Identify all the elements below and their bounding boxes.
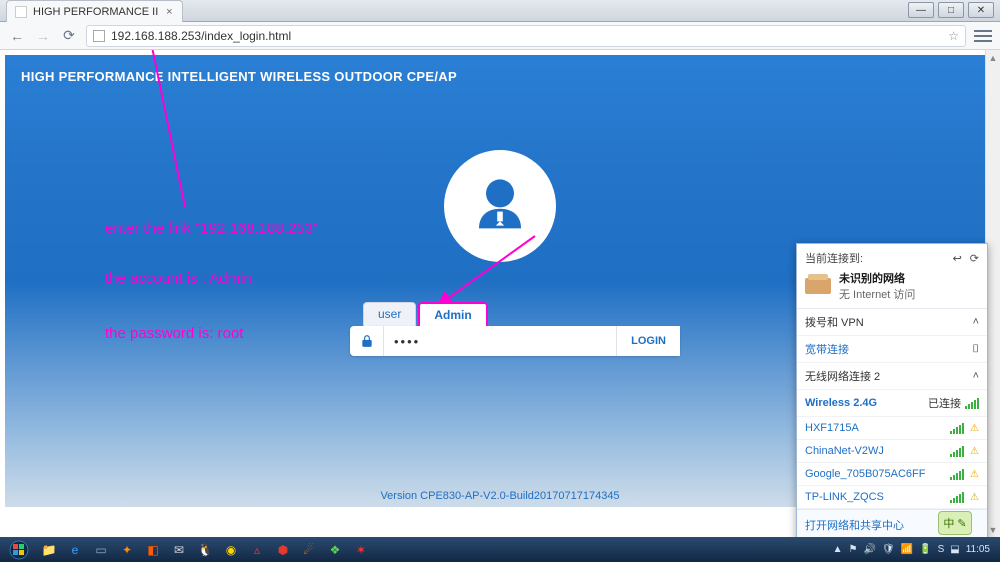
login-tabs: user Admin: [363, 302, 490, 329]
password-input[interactable]: [384, 334, 616, 349]
tray-icon[interactable]: ⬓: [950, 544, 959, 555]
tab-user[interactable]: user: [363, 302, 416, 329]
nav-forward-icon[interactable]: →: [34, 27, 52, 45]
taskbar-app-icon[interactable]: 📁: [38, 540, 60, 560]
signal-bars-icon: [950, 422, 964, 434]
wifi-connected-label: 已连接: [928, 395, 961, 411]
start-button[interactable]: [4, 537, 34, 562]
wifi-network-name: TP-LINK_ZQCS: [805, 491, 884, 503]
wifi-network-item[interactable]: HXF1715A ⚠: [797, 417, 987, 440]
taskbar-app-icon[interactable]: ☄: [298, 540, 320, 560]
nav-reload-icon[interactable]: ⟳: [60, 27, 78, 45]
taskbar-clock[interactable]: 11:05: [966, 544, 990, 555]
wifi-prev-icon[interactable]: ↩: [953, 252, 962, 265]
wifi-current-section: 当前连接到: ↩ ⟳ 未识别的网络 无 Internet 访问: [797, 244, 987, 309]
wifi-wlan-header[interactable]: 无线网络连接 2 ˄: [797, 363, 987, 390]
taskbar-app-icon[interactable]: ⬢: [272, 540, 294, 560]
modem-icon: ⌷: [972, 343, 979, 356]
user-avatar-icon: [444, 150, 556, 262]
bench-icon: [805, 278, 831, 294]
wifi-section-title: 当前连接到:: [805, 250, 863, 266]
wifi-network-list: Wireless 2.4G已连接HXF1715A⚠ChinaNet-V2WJ⚠G…: [797, 390, 987, 509]
page-icon: [93, 30, 105, 42]
window-minimize-button[interactable]: —: [908, 2, 934, 18]
signal-bars-icon: [965, 397, 979, 409]
wifi-network-item[interactable]: Google_705B075AC6FF ⚠: [797, 463, 987, 486]
browser-menu-icon[interactable]: [974, 30, 992, 42]
tab-admin[interactable]: Admin: [418, 302, 487, 329]
wifi-network-item[interactable]: TP-LINK_ZQCS ⚠: [797, 486, 987, 509]
chevron-up-icon: ˄: [973, 316, 979, 328]
tray-icon[interactable]: ▲: [833, 544, 843, 555]
refresh-icon[interactable]: ⟳: [970, 252, 979, 265]
taskbar-app-icon[interactable]: ▵: [246, 540, 268, 560]
browser-tab-strip: HIGH PERFORMANCE II × — □ ✕: [0, 0, 1000, 22]
chevron-up-icon: ˄: [973, 370, 979, 382]
browser-tab[interactable]: HIGH PERFORMANCE II ×: [6, 0, 183, 22]
lock-icon: [350, 326, 384, 356]
shield-icon: ⚠: [970, 492, 979, 503]
taskbar-app-icon[interactable]: ◧: [142, 540, 164, 560]
taskbar-app-icon[interactable]: ✶: [350, 540, 372, 560]
wifi-network-name: Google_705B075AC6FF: [805, 468, 925, 480]
login-button[interactable]: LOGIN: [616, 326, 680, 356]
tray-icon[interactable]: ⚑: [849, 544, 858, 555]
address-bar: ← → ⟳ 192.168.188.253/index_login.html ☆: [0, 22, 1000, 50]
taskbar-app-icon[interactable]: ✉: [168, 540, 190, 560]
taskbar-app-icon[interactable]: e: [64, 540, 86, 560]
wifi-network-name: HXF1715A: [805, 422, 859, 434]
page-title: HIGH PERFORMANCE INTELLIGENT WIRELESS OU…: [5, 55, 995, 98]
wifi-unknown-name: 未识别的网络: [839, 270, 915, 286]
tab-close-icon[interactable]: ×: [164, 7, 174, 17]
ime-badge[interactable]: 中 ✎: [938, 511, 972, 535]
wifi-unknown-sub: 无 Internet 访问: [839, 286, 915, 302]
tray-icon[interactable]: S: [938, 544, 945, 555]
taskbar-app-icon[interactable]: ◉: [220, 540, 242, 560]
tray-icon[interactable]: 📶: [901, 544, 913, 555]
favicon-icon: [15, 6, 27, 18]
wifi-dial-item[interactable]: 宽带连接 ⌷: [797, 336, 987, 363]
wifi-dial-header[interactable]: 拨号和 VPN ˄: [797, 309, 987, 336]
shield-icon: ⚠: [970, 446, 979, 457]
annotation-text-3: the password is: root: [105, 325, 243, 342]
wifi-network-item[interactable]: ChinaNet-V2WJ ⚠: [797, 440, 987, 463]
avatar-badge: [444, 150, 556, 262]
wifi-network-item[interactable]: Wireless 2.4G 已连接: [797, 390, 987, 417]
system-tray: ▲ ⚑ 🔊 🛡 📶 🔋 S ⬓ 11:05: [833, 544, 996, 555]
signal-bars-icon: [950, 468, 964, 480]
window-close-button[interactable]: ✕: [968, 2, 994, 18]
taskbar-app-icon[interactable]: ❖: [324, 540, 346, 560]
signal-bars-icon: [950, 445, 964, 457]
tray-icon[interactable]: 🔋: [919, 544, 931, 555]
taskbar-apps: 📁e▭✦◧✉🐧◉▵⬢☄❖✶: [38, 540, 372, 560]
window-maximize-button[interactable]: □: [938, 2, 964, 18]
tray-icon[interactable]: 🔊: [864, 544, 876, 555]
taskbar-app-icon[interactable]: 🐧: [194, 540, 216, 560]
scroll-up-icon[interactable]: ▲: [986, 50, 1000, 65]
nav-back-icon[interactable]: ←: [8, 27, 26, 45]
signal-bars-icon: [950, 491, 964, 503]
url-text: 192.168.188.253/index_login.html: [111, 29, 291, 43]
bookmark-star-icon[interactable]: ☆: [948, 29, 959, 43]
login-form: LOGIN: [350, 326, 680, 356]
taskbar-app-icon[interactable]: ✦: [116, 540, 138, 560]
window-controls: — □ ✕: [902, 0, 1000, 21]
url-input[interactable]: 192.168.188.253/index_login.html ☆: [86, 25, 966, 47]
shield-icon: ⚠: [970, 469, 979, 480]
wifi-panel: 当前连接到: ↩ ⟳ 未识别的网络 无 Internet 访问 拨号和 VPN ˄…: [796, 243, 988, 541]
shield-icon: ⚠: [970, 423, 979, 434]
tab-title: HIGH PERFORMANCE II: [33, 6, 158, 18]
wifi-network-name: Wireless 2.4G: [805, 397, 877, 409]
tray-icon[interactable]: 🛡: [882, 544, 895, 555]
scroll-down-icon[interactable]: ▼: [986, 522, 1000, 537]
wifi-network-name: ChinaNet-V2WJ: [805, 445, 884, 457]
taskbar: 📁e▭✦◧✉🐧◉▵⬢☄❖✶ ▲ ⚑ 🔊 🛡 📶 🔋 S ⬓ 11:05: [0, 537, 1000, 562]
annotation-text-1: enter the link "192.168.188.253": [105, 220, 318, 237]
taskbar-app-icon[interactable]: ▭: [90, 540, 112, 560]
annotation-text-2: the account is : Admin: [105, 270, 252, 287]
